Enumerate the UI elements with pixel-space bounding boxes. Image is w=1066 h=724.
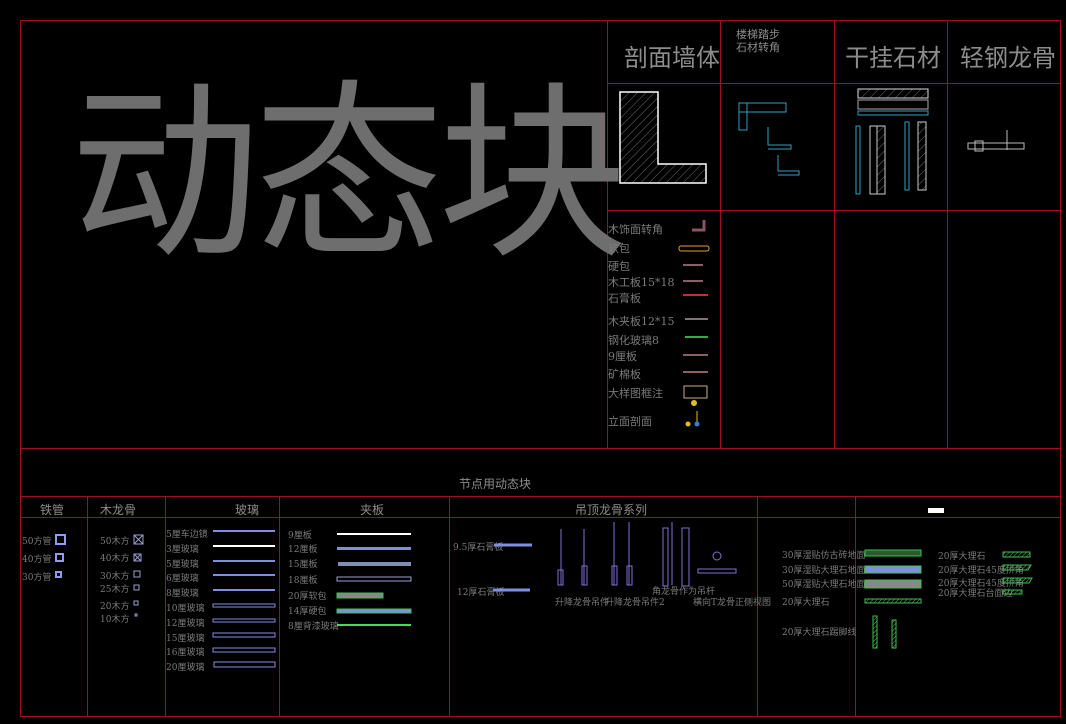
steel-tube-samples bbox=[55, 534, 66, 578]
legend-samples bbox=[678, 220, 710, 427]
glass-samples bbox=[212, 530, 276, 668]
stone-samples bbox=[864, 549, 1033, 649]
cad-drawings bbox=[55, 88, 1033, 668]
ceiling-keel-samples bbox=[493, 522, 737, 592]
board-samples bbox=[336, 533, 412, 626]
wood-keel-samples bbox=[133, 534, 144, 617]
wall-section-drawing bbox=[619, 91, 707, 184]
light-steel-keel-drawing bbox=[967, 130, 1025, 152]
stair-stone-drawing bbox=[738, 102, 800, 176]
dry-hang-stone-drawing bbox=[855, 88, 929, 195]
